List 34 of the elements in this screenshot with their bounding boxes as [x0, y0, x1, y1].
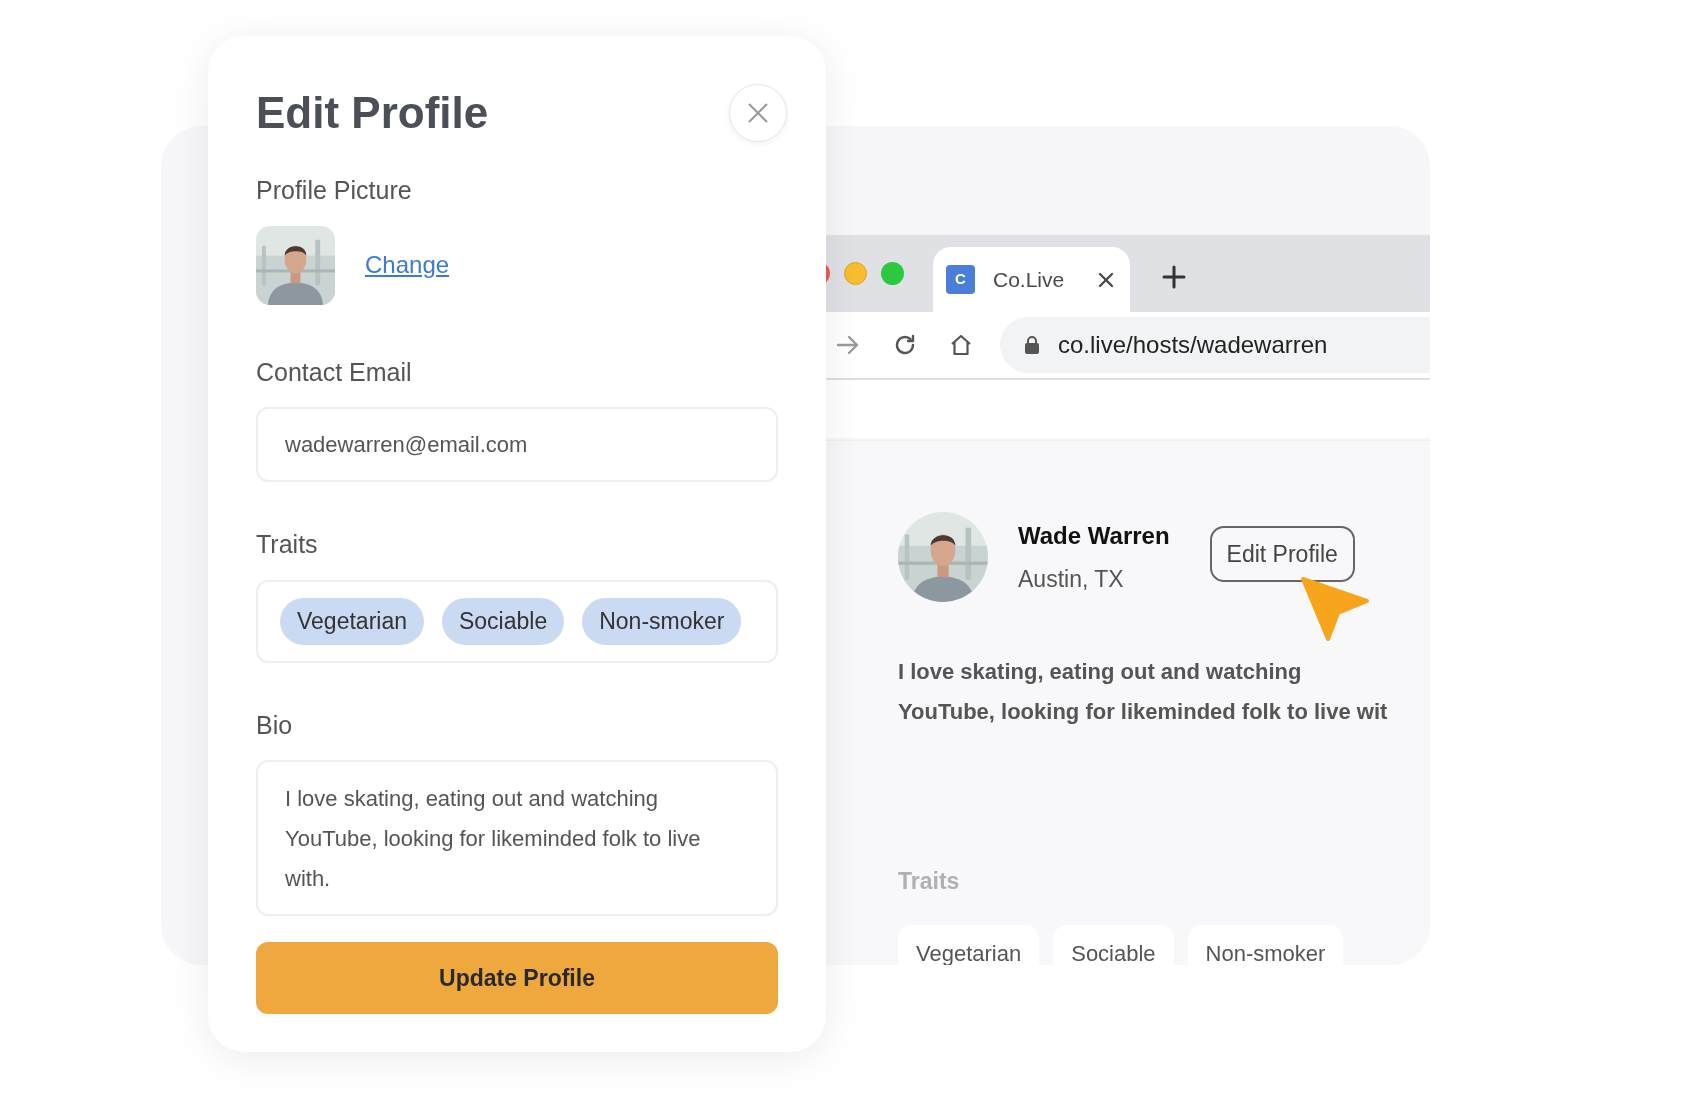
profile-location: Austin, TX [1018, 564, 1125, 594]
home-icon[interactable] [949, 333, 973, 357]
reload-icon[interactable] [893, 333, 917, 357]
field-label: Bio [256, 709, 294, 741]
cursor-icon [1300, 576, 1370, 642]
trait-chip: Sociable [1053, 924, 1174, 965]
email-field[interactable]: wadewarren@email.com [256, 407, 778, 482]
profile-name: Wade Warren [1018, 520, 1170, 551]
trait-chip[interactable]: Sociable [442, 597, 565, 645]
profile-bio: I love skating, eating out and watching YouTube, looking for likeminded folk to live wit [898, 658, 1389, 726]
close-icon [747, 102, 769, 124]
trait-chip[interactable]: Non-smoker [582, 597, 742, 645]
change-link[interactable]: Change [365, 247, 450, 283]
update-profile-button[interactable]: Update Profile [256, 942, 778, 1014]
trait-chip[interactable]: Vegetarian [280, 597, 424, 645]
dialog-title: Edit Profile [256, 87, 489, 139]
site-favicon: C [946, 265, 975, 294]
field-label: Contact Email [256, 356, 413, 388]
forward-arrow-icon[interactable] [836, 334, 860, 356]
traits-heading: Traits [898, 867, 961, 896]
tab-title: Co.Live [993, 266, 1065, 293]
lock-icon [1024, 335, 1040, 355]
field-label: Traits [256, 529, 319, 560]
field-label: Profile Picture [256, 175, 413, 206]
new-tab-icon[interactable] [1162, 265, 1186, 289]
browser-tab[interactable]: C Co.Live [933, 247, 1130, 312]
trait-chip: Non-smoker [1187, 924, 1344, 965]
trait-chip: Vegetarian [898, 924, 1040, 965]
address-bar[interactable]: co.live/hosts/wadewarren [1000, 317, 1430, 373]
traits-field[interactable]: Vegetarian Sociable Non-smoker [256, 579, 778, 663]
url-text: co.live/hosts/wadewarren [1058, 330, 1328, 360]
bio-field[interactable]: I love skating, eating out and watching YouTube, looking for likeminded folk to live with. [256, 760, 778, 916]
edit-profile-button[interactable]: Edit Profile [1209, 526, 1355, 582]
close-icon[interactable] [1098, 271, 1114, 288]
